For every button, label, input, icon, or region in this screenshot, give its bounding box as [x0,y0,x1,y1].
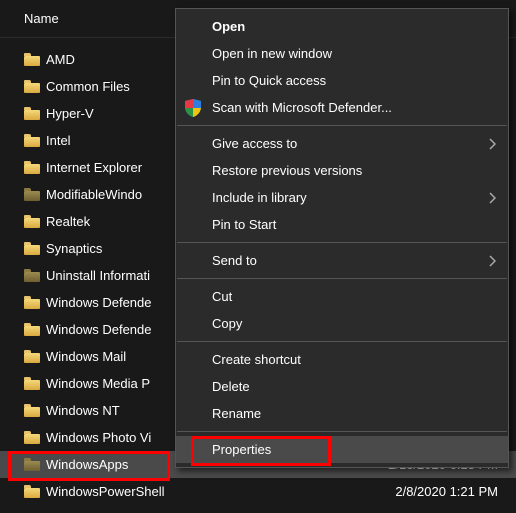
folder-icon [24,161,40,174]
folder-label: Common Files [46,79,130,94]
column-name-label: Name [24,11,59,26]
menu-copy[interactable]: Copy [176,310,508,337]
folder-label: Hyper-V [46,106,94,121]
menu-separator [177,431,507,432]
folder-label: Internet Explorer [46,160,142,175]
folder-icon [24,134,40,147]
folder-label: Realtek [46,214,90,229]
menu-pin-start[interactable]: Pin to Start [176,211,508,238]
shield-icon [184,99,202,117]
chevron-right-icon [488,255,496,267]
menu-label: Include in library [212,190,307,205]
folder-icon [24,485,40,498]
menu-separator [177,278,507,279]
menu-label: Send to [212,253,257,268]
menu-separator [177,341,507,342]
chevron-right-icon [488,192,496,204]
folder-label: WindowsApps [46,457,128,472]
chevron-right-icon [488,138,496,150]
menu-label: Open in new window [212,46,332,61]
folder-icon [24,53,40,66]
menu-label: Restore previous versions [212,163,362,178]
menu-label: Copy [212,316,242,331]
menu-cut[interactable]: Cut [176,283,508,310]
folder-icon [24,188,40,201]
context-menu: Open Open in new window Pin to Quick acc… [175,8,509,468]
menu-properties[interactable]: Properties [176,436,508,463]
folder-label: AMD [46,52,75,67]
folder-icon [24,242,40,255]
menu-label: Pin to Quick access [212,73,326,88]
folder-label: Windows Media P [46,376,150,391]
folder-label: Windows Mail [46,349,126,364]
folder-label: Windows Photo Vi [46,430,151,445]
menu-label: Properties [212,442,271,457]
folder-date: 2/8/2020 1:21 PM [395,484,498,499]
menu-open[interactable]: Open [176,13,508,40]
menu-pin-quick-access[interactable]: Pin to Quick access [176,67,508,94]
menu-label: Pin to Start [212,217,276,232]
folder-icon [24,215,40,228]
folder-row[interactable]: WindowsPowerShell 2/8/2020 1:21 PM [0,478,516,505]
folder-icon [24,350,40,363]
folder-icon [24,323,40,336]
menu-label: Give access to [212,136,297,151]
folder-icon [24,269,40,282]
menu-label: Delete [212,379,250,394]
folder-icon [24,80,40,93]
menu-create-shortcut[interactable]: Create shortcut [176,346,508,373]
menu-include-library[interactable]: Include in library [176,184,508,211]
folder-label: Windows Defende [46,322,152,337]
folder-label: ModifiableWindo [46,187,142,202]
folder-label: WindowsPowerShell [46,484,165,499]
menu-give-access-to[interactable]: Give access to [176,130,508,157]
folder-icon [24,458,40,471]
folder-label: Windows Defende [46,295,152,310]
menu-delete[interactable]: Delete [176,373,508,400]
menu-label: Scan with Microsoft Defender... [212,100,392,115]
folder-label: Intel [46,133,71,148]
menu-label: Rename [212,406,261,421]
menu-label: Create shortcut [212,352,301,367]
folder-label: Windows NT [46,403,120,418]
folder-icon [24,404,40,417]
menu-label: Cut [212,289,232,304]
folder-icon [24,377,40,390]
menu-open-new-window[interactable]: Open in new window [176,40,508,67]
menu-send-to[interactable]: Send to [176,247,508,274]
menu-rename[interactable]: Rename [176,400,508,427]
menu-separator [177,242,507,243]
menu-restore-versions[interactable]: Restore previous versions [176,157,508,184]
folder-icon [24,431,40,444]
menu-label: Open [212,19,245,34]
folder-label: Synaptics [46,241,102,256]
menu-scan-defender[interactable]: Scan with Microsoft Defender... [176,94,508,121]
folder-label: Uninstall Informati [46,268,150,283]
folder-icon [24,107,40,120]
menu-separator [177,125,507,126]
folder-icon [24,296,40,309]
